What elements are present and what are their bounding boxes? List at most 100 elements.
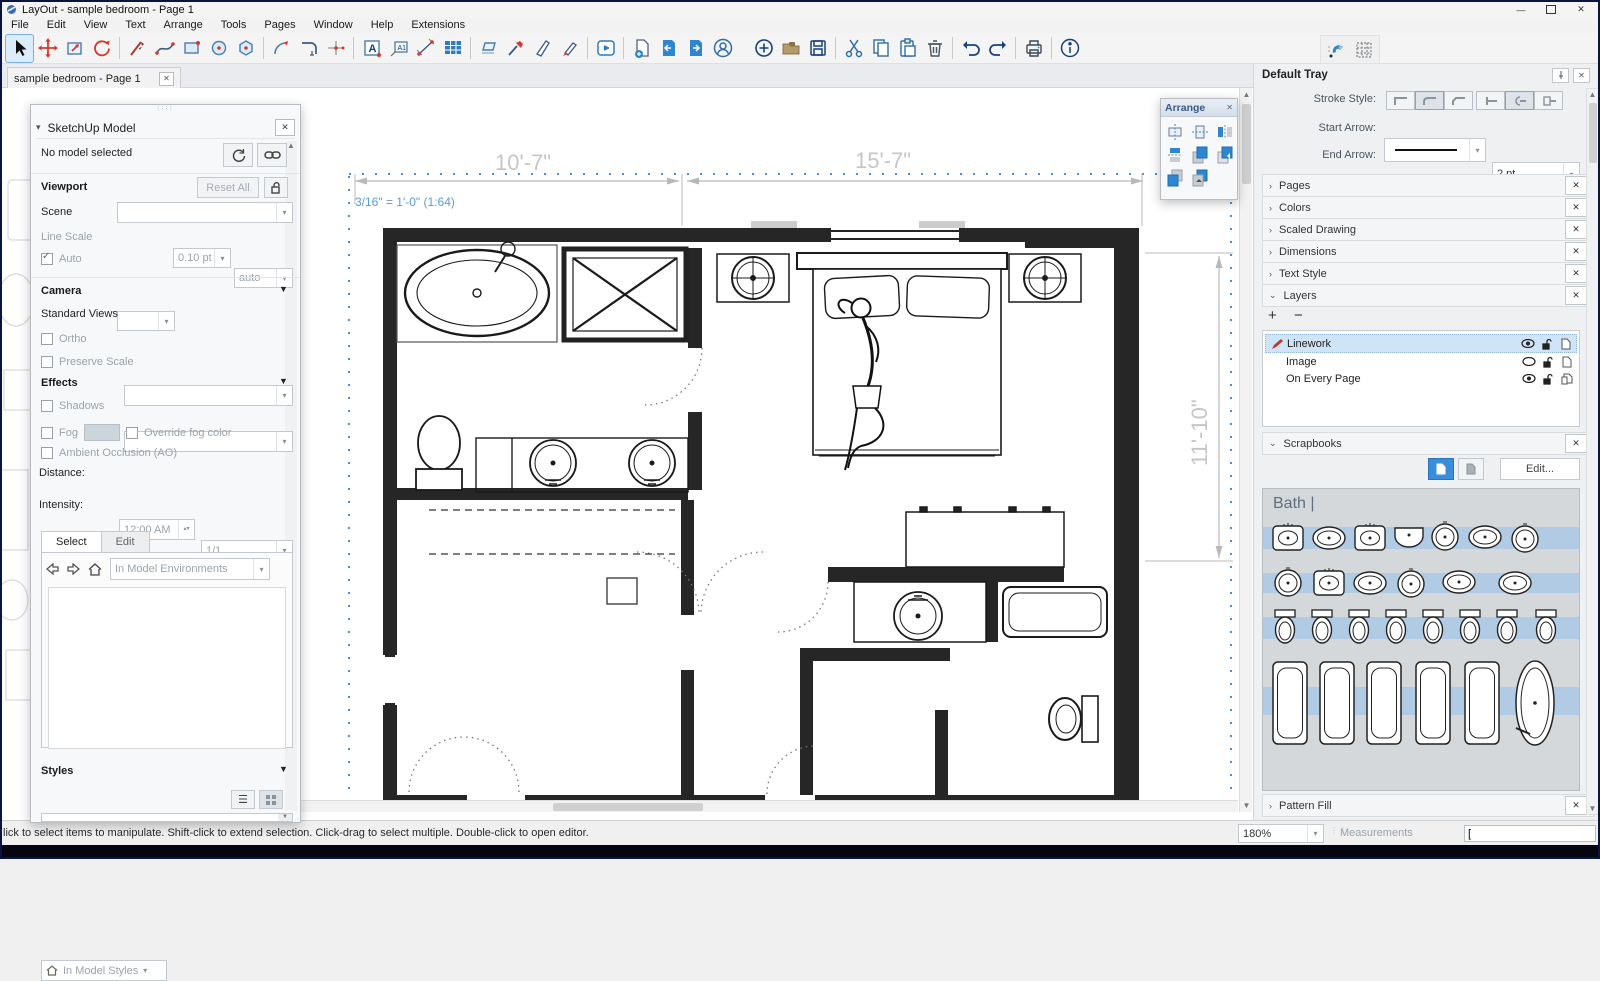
list-view-icon[interactable]: ☰ <box>231 790 255 809</box>
bring-to-front-icon[interactable] <box>1190 145 1212 165</box>
section-close-icon[interactable]: ✕ <box>1565 242 1587 261</box>
rotate-tool-icon[interactable] <box>88 35 115 62</box>
visible-eye-icon[interactable] <box>1521 373 1536 385</box>
scroll-down-icon[interactable]: ▼ <box>278 814 292 821</box>
override-fog-checkbox[interactable] <box>126 427 138 439</box>
select-tool-icon[interactable] <box>5 34 34 63</box>
round-corner-icon[interactable] <box>1415 91 1444 110</box>
lock-icon[interactable] <box>264 177 288 198</box>
section-text-style[interactable]: ›Text Style✕ <box>1262 262 1594 285</box>
ortho-checkbox[interactable] <box>41 333 53 345</box>
table-tool-icon[interactable] <box>439 35 466 62</box>
line-scale-value-select[interactable]: 0.10 pt▾ <box>173 248 231 268</box>
fillet-tool-icon[interactable] <box>295 35 322 62</box>
pen-tool-icon[interactable] <box>529 35 556 62</box>
menu-window[interactable]: Window <box>305 18 362 32</box>
paste-icon[interactable] <box>894 35 921 62</box>
delete-icon[interactable] <box>921 35 948 62</box>
flip-horizontal-icon[interactable] <box>1215 122 1237 142</box>
arc-tool-icon[interactable] <box>268 35 295 62</box>
section-scaled-drawing[interactable]: ›Scaled Drawing✕ <box>1262 218 1594 241</box>
eraser-tool-icon[interactable] <box>475 35 502 62</box>
tray-scrollbar[interactable]: ▲ ▼ <box>1586 88 1599 815</box>
center-vertical-icon[interactable] <box>1190 122 1212 142</box>
center-horizontal-icon[interactable] <box>1165 122 1187 142</box>
maximize-button[interactable] <box>1536 2 1566 17</box>
section-pattern-fill[interactable]: ›Pattern Fill✕ <box>1262 794 1594 817</box>
bevel-corner-icon[interactable] <box>1444 91 1473 110</box>
text-tool-icon[interactable]: A <box>358 35 385 62</box>
reset-all-button[interactable]: Reset All <box>197 177 259 198</box>
undo-icon[interactable] <box>957 35 984 62</box>
section-dimensions[interactable]: ›Dimensions✕ <box>1262 240 1594 263</box>
tray-close-icon[interactable]: ✕ <box>1573 68 1590 83</box>
fog-checkbox[interactable] <box>41 427 53 439</box>
menu-view[interactable]: View <box>75 18 117 32</box>
tab-edit[interactable]: Edit <box>102 531 150 553</box>
environments-select[interactable]: In Model Environments▾ <box>110 558 270 580</box>
scrapbook-document-button[interactable] <box>1428 458 1454 480</box>
update-model-button[interactable] <box>223 143 253 167</box>
save-icon[interactable] <box>804 35 831 62</box>
dimension-tool-icon[interactable] <box>412 35 439 62</box>
model-panel-header[interactable]: ▾ SketchUp Model ✕ <box>36 117 295 139</box>
label-tool-icon[interactable]: A1 <box>385 35 412 62</box>
start-presentation-icon[interactable] <box>592 35 619 62</box>
section-layers[interactable]: ⌄Layers✕ <box>1262 284 1594 307</box>
bring-forward-icon[interactable] <box>1215 145 1237 165</box>
add-layer-button[interactable]: + <box>1268 307 1277 324</box>
account-icon[interactable] <box>709 35 736 62</box>
snap-magnet-icon[interactable] <box>1323 36 1350 63</box>
fog-color-swatch[interactable] <box>84 424 120 441</box>
eyedropper-tool-icon[interactable] <box>502 35 529 62</box>
send-to-back-icon[interactable] <box>1190 168 1212 188</box>
round-cap-icon[interactable] <box>1505 91 1534 110</box>
effects-collapse-icon[interactable]: ▼ <box>279 376 288 386</box>
panel-drag-handle[interactable]: ⁝⁝⁝⁝ <box>31 105 300 115</box>
floor-plan[interactable]: 10'-7" 15'-7" 11'-10" 3/16" = 1'-0" (1:6… <box>345 150 1235 810</box>
styles-select[interactable]: In Model Styles▾ <box>41 960 167 981</box>
grid-icon[interactable] <box>1350 36 1377 63</box>
minimize-button[interactable]: — <box>1506 2 1536 17</box>
scene-select[interactable]: ▾ <box>117 202 293 223</box>
section-close-icon[interactable]: ✕ <box>1565 286 1587 305</box>
start-arrow-style-select[interactable]: ▾ <box>1384 138 1486 162</box>
tab-select[interactable]: Select <box>41 531 102 553</box>
canvas-vertical-scrollbar[interactable]: ▲ ▼ <box>1239 88 1252 812</box>
link-button[interactable] <box>257 143 287 167</box>
scrapbook-edit-button[interactable]: Edit... <box>1500 458 1580 480</box>
add-page-icon[interactable] <box>628 35 655 62</box>
menu-help[interactable]: Help <box>362 18 403 32</box>
auto-select[interactable]: ▾ <box>117 311 175 331</box>
section-colors[interactable]: ›Colors✕ <box>1262 196 1594 219</box>
marker-tool-icon[interactable] <box>556 35 583 62</box>
grid-view-icon[interactable] <box>259 790 283 809</box>
camera-collapse-icon[interactable]: ▼ <box>279 284 288 294</box>
rectangle-tool-icon[interactable] <box>178 35 205 62</box>
section-close-icon[interactable]: ✕ <box>1565 434 1587 453</box>
layer-row-image[interactable]: Image <box>1265 353 1577 370</box>
section-close-icon[interactable]: ✕ <box>1565 198 1587 217</box>
model-panel-close-icon[interactable]: ✕ <box>275 119 295 136</box>
standard-views-select[interactable]: ▾ <box>124 385 293 406</box>
copy-icon[interactable] <box>867 35 894 62</box>
print-icon[interactable] <box>1020 35 1047 62</box>
layer-row-on-every-page[interactable]: On Every Page <box>1265 370 1577 387</box>
polygon-tool-icon[interactable] <box>232 35 259 62</box>
preserve-scale-checkbox[interactable] <box>41 356 53 368</box>
forward-icon[interactable] <box>67 563 80 575</box>
move-tool-icon[interactable] <box>34 35 61 62</box>
tab-close-icon[interactable]: ✕ <box>159 72 174 86</box>
ambient-occlusion-checkbox[interactable] <box>41 447 53 459</box>
menu-file[interactable]: File <box>2 18 38 32</box>
scroll-down-icon[interactable]: ▼ <box>1587 804 1598 813</box>
remove-layer-button[interactable]: − <box>1294 307 1303 324</box>
scroll-up-icon[interactable]: ▲ <box>1587 90 1598 99</box>
previous-page-icon[interactable] <box>655 35 682 62</box>
scrapbook-preview[interactable]: Bath | <box>1262 488 1580 791</box>
section-scrapbooks[interactable]: ⌄Scrapbooks✕ <box>1262 432 1594 455</box>
shadows-checkbox[interactable] <box>41 400 53 412</box>
pin-icon[interactable] <box>1552 68 1569 83</box>
menu-extensions[interactable]: Extensions <box>402 18 474 32</box>
cut-icon[interactable] <box>840 35 867 62</box>
